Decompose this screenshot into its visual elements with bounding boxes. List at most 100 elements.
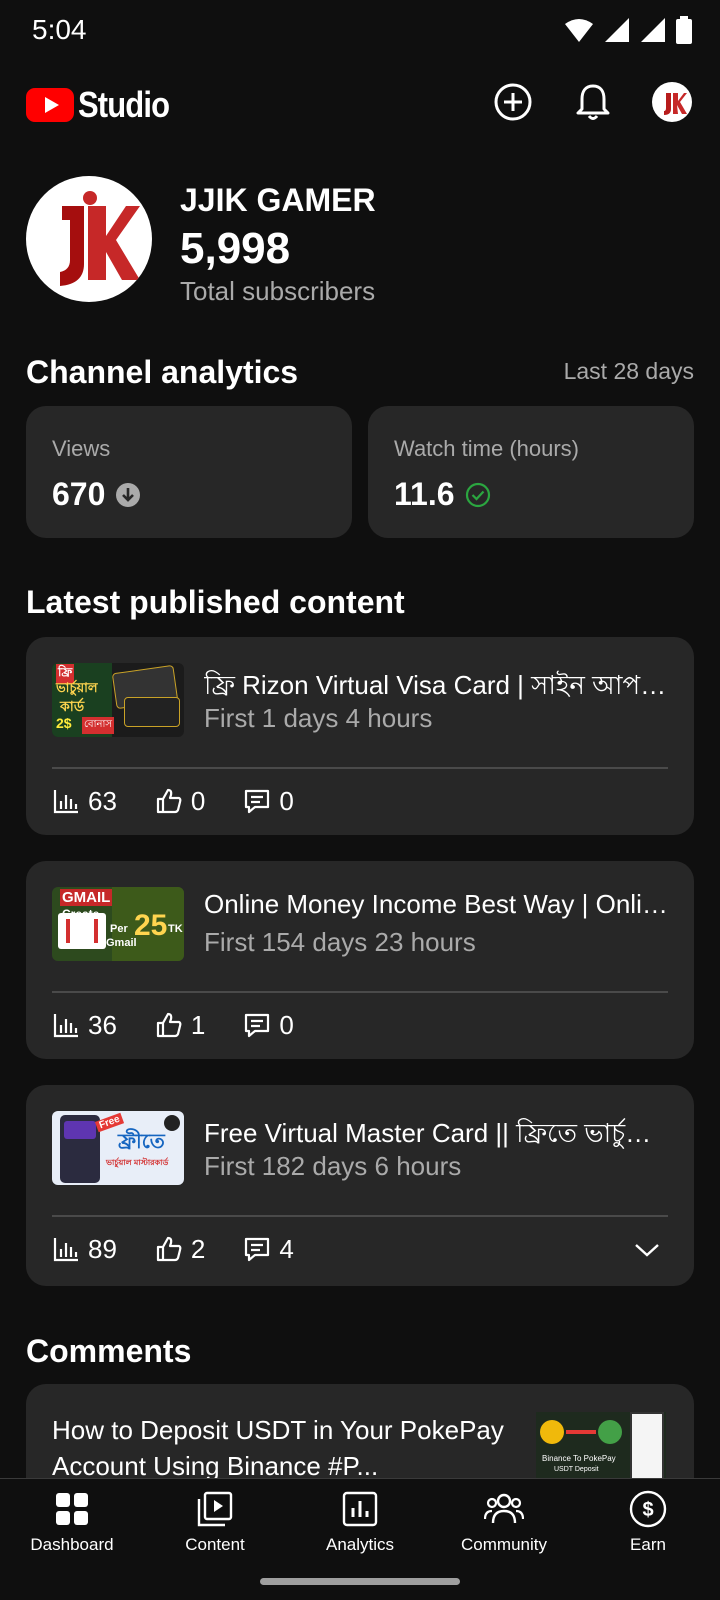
logo-text: Studio: [78, 84, 170, 125]
card-divider: [52, 1215, 668, 1217]
metric-value-row: 11.6: [394, 476, 491, 513]
comments-count: 4: [279, 1233, 294, 1264]
thumb-text: Gmail: [106, 937, 137, 949]
views-stat: 63: [52, 786, 117, 817]
thumb-text: ভার্চুয়াল মাস্টারকার্ড: [106, 1158, 169, 1167]
nav-label: Community: [461, 1535, 547, 1554]
expand-button[interactable]: [630, 1233, 664, 1267]
thumbs-up-icon: [156, 1012, 182, 1038]
nav-icon-wrap: [52, 1489, 92, 1529]
home-indicator[interactable]: [260, 1578, 460, 1585]
channel-name: JJIK GAMER: [180, 182, 376, 218]
status-bar: 5:04: [0, 0, 720, 64]
video-age: First 154 days 23 hours: [204, 927, 476, 957]
create-button[interactable]: [491, 80, 535, 124]
thumb-text: Binance To PokePay: [542, 1454, 616, 1463]
dashboard-icon: [56, 1493, 88, 1525]
bar-chart-icon: [53, 1238, 78, 1262]
subscriber-label: Total subscribers: [180, 276, 376, 306]
nav-icon-wrap: [195, 1489, 235, 1529]
check-circle-icon: [465, 482, 490, 507]
jk-logo-icon: [664, 93, 687, 115]
nav-icon-wrap: [484, 1489, 524, 1529]
metric-value-row: 670: [52, 476, 141, 513]
likes-count: 2: [190, 1233, 206, 1264]
comment-video-thumbnail[interactable]: Binance To PokePay USDT Deposit: [536, 1412, 666, 1486]
wifi-icon: [565, 19, 593, 42]
status-time: 5:04: [32, 14, 87, 45]
analytics-title: Channel analytics: [26, 354, 299, 390]
comments-stat: 0: [243, 785, 294, 817]
comment-icon: [245, 1237, 270, 1262]
bar-chart-icon: [53, 790, 78, 814]
nav-earn[interactable]: $ Earn: [578, 1489, 718, 1569]
thumb-text: 25: [134, 909, 168, 942]
thumb-text: GMAIL: [60, 889, 113, 906]
youtube-logo-icon: [26, 88, 74, 122]
earn-icon: $: [629, 1490, 667, 1528]
nav-label: Earn: [630, 1535, 666, 1554]
likes-count: 0: [190, 785, 206, 816]
views-stat: 89: [52, 1234, 117, 1265]
nav-analytics[interactable]: Analytics: [290, 1489, 430, 1569]
video-card[interactable]: Free ফ্রীতে ভার্চুয়াল মাস্টারকার্ড Free…: [26, 1085, 694, 1286]
nav-label: Content: [185, 1535, 245, 1554]
channel-avatar[interactable]: [26, 176, 152, 302]
chevron-down-icon: [635, 1244, 659, 1257]
views-card[interactable]: Views 670: [26, 406, 352, 538]
signal-icon: [605, 18, 629, 42]
bar-chart-icon: [53, 1014, 78, 1038]
thumb-text: বোনাস: [82, 717, 114, 734]
likes-stat: 2: [155, 1234, 205, 1265]
thumbs-up-icon: [156, 1236, 182, 1262]
watch-time-card[interactable]: Watch time (hours) 11.6: [368, 406, 694, 538]
comment-video-title: How to Deposit USDT in Your PokePay Acco…: [52, 1415, 504, 1481]
card-divider: [52, 767, 668, 769]
thumb-text: USDT Deposit: [554, 1466, 599, 1473]
subscriber-count: 5,998: [180, 224, 291, 273]
youtube-studio-logo[interactable]: Studio: [26, 84, 184, 126]
account-avatar[interactable]: [650, 80, 694, 124]
views-stat: 36: [52, 1010, 117, 1041]
status-icons: [564, 16, 692, 44]
metric-label: Watch time (hours): [394, 436, 580, 461]
comment-icon: [245, 1013, 270, 1038]
thumbs-up-icon: [156, 788, 182, 814]
video-age: First 1 days 4 hours: [204, 703, 433, 733]
nav-icon-wrap: [340, 1489, 380, 1529]
video-thumbnail[interactable]: Free ফ্রীতে ভার্চুয়াল মাস্টারকার্ড: [52, 1111, 184, 1185]
thumb-text: 2$: [56, 715, 72, 731]
add-circle-icon: [494, 83, 532, 121]
video-card[interactable]: ফ্রি ভার্চুয়াল কার্ড 2$ বোনাস ফ্রি Rizo…: [26, 637, 694, 835]
svg-text:$: $: [642, 1499, 653, 1521]
video-card[interactable]: GMAIL Create Per Gmail 25 TK Online Mone…: [26, 861, 694, 1059]
notifications-button[interactable]: [571, 80, 615, 124]
video-stats: 36 1 0: [52, 1003, 332, 1047]
thumb-text: TK: [168, 923, 183, 935]
comments-stat: 0: [243, 1010, 294, 1041]
nav-label: Analytics: [325, 1535, 395, 1554]
analytics-range: Last 28 days: [563, 358, 694, 384]
community-icon: [484, 1493, 524, 1524]
comments-stat: 4: [243, 1233, 294, 1265]
nav-content[interactable]: Content: [145, 1489, 285, 1569]
jk-logo-icon: [60, 191, 140, 286]
thumb-text: ফ্রীতে: [118, 1131, 165, 1153]
signal-icon-2: [641, 18, 665, 42]
video-title: Online Money Income Best Way | Online Ea…: [204, 889, 670, 919]
comments-count: 0: [279, 785, 294, 816]
channel-header: JJIK GAMER 5,998 Total subscribers: [26, 176, 696, 306]
video-age: First 182 days 6 hours: [204, 1151, 462, 1181]
views-count: 89: [88, 1233, 117, 1264]
video-thumbnail[interactable]: GMAIL Create Per Gmail 25 TK: [52, 887, 184, 961]
bell-icon: [576, 84, 610, 120]
avatar: [652, 82, 692, 122]
nav-community[interactable]: Community: [434, 1489, 574, 1569]
video-stats: 89 2 4: [52, 1227, 332, 1271]
arrow-down-circle-icon: [116, 482, 141, 507]
video-thumbnail[interactable]: ফ্রি ভার্চুয়াল কার্ড 2$ বোনাস: [52, 663, 184, 737]
analytics-icon: [342, 1491, 378, 1527]
likes-stat: 1: [155, 1010, 205, 1041]
nav-dashboard[interactable]: Dashboard: [2, 1489, 142, 1569]
comments-title: Comments: [26, 1333, 192, 1369]
